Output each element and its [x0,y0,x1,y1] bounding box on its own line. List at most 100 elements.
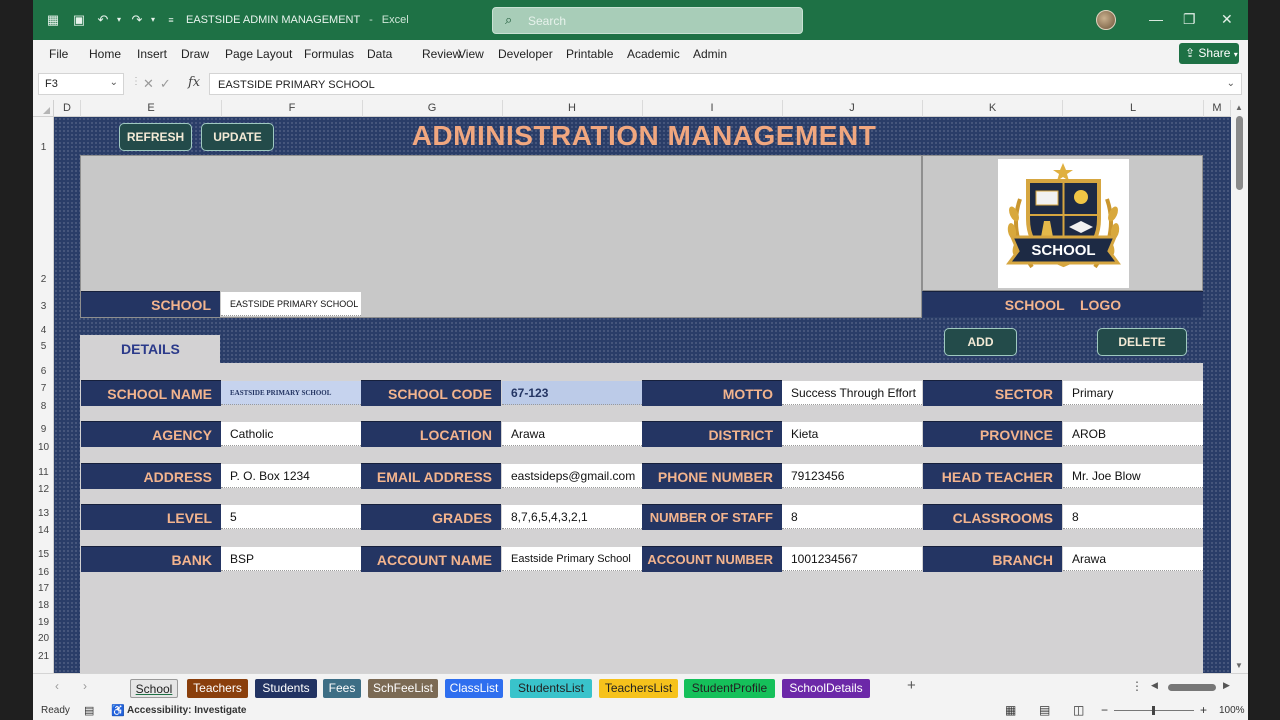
row-header-2[interactable]: 2 [33,274,54,285]
row-header-13[interactable]: 13 [33,508,54,519]
tab-students[interactable]: Students [255,679,317,698]
redo-icon[interactable]: ↷ [129,12,145,28]
zoom-in-button[interactable]: + [1200,703,1207,717]
share-button[interactable]: ⇪ Share ▾ [1179,43,1239,64]
undo-dropdown-icon[interactable]: ▾ [111,12,127,28]
column-header-m[interactable]: M [1204,100,1231,117]
update-button[interactable]: UPDATE [201,123,274,151]
column-header-h[interactable]: H [502,100,643,117]
scroll-up-icon[interactable]: ▲ [1235,103,1243,112]
level-value[interactable]: 5 [221,505,361,529]
name-box[interactable]: F3 ⌄ [38,73,124,95]
column-header-j[interactable]: J [782,100,923,117]
tab-school[interactable]: School [130,679,178,698]
tab-studentslist[interactable]: StudentsList [510,679,592,698]
page-break-view-icon[interactable]: ◫ [1073,703,1084,717]
column-header-l[interactable]: L [1063,100,1204,117]
tab-schfeelist[interactable]: SchFeeList [368,679,438,698]
row-header-3[interactable]: 3 [33,301,54,312]
hscroll-right-icon[interactable]: ▶ [1223,680,1230,691]
tab-fees[interactable]: Fees [323,679,361,698]
insert-function-icon[interactable]: fx [188,75,200,90]
row-header-17[interactable]: 17 [33,583,54,594]
row-header-20[interactable]: 20 [33,633,54,644]
tab-options-icon[interactable]: ⋮ [1131,679,1143,693]
district-value[interactable]: Kieta [782,422,922,446]
menu-page-layout[interactable]: Page Layout [225,47,292,61]
location-value[interactable]: Arawa [502,422,642,446]
account-number-value[interactable]: 1001234567 [782,547,922,571]
row-header-9[interactable]: 9 [33,424,54,435]
menu-formulas[interactable]: Formulas [304,47,354,61]
row-header-8[interactable]: 8 [33,401,54,412]
account-name-value[interactable]: Eastside Primary School [502,547,642,571]
hscroll-left-icon[interactable]: ◀ [1151,680,1158,691]
accessibility-status[interactable]: Accessibility: Investigate [127,705,247,716]
menu-data[interactable]: Data [367,47,392,61]
zoom-out-button[interactable]: − [1101,703,1108,717]
menu-developer[interactable]: Developer [498,47,553,61]
menu-insert[interactable]: Insert [137,47,167,61]
customize-toolbar-icon[interactable]: ≡ [163,12,179,28]
phone-number-value[interactable]: 79123456 [782,464,922,488]
row-header-19[interactable]: 19 [33,617,54,628]
details-tab[interactable]: DETAILS [80,335,220,364]
tab-teacherslist[interactable]: TeachersList [599,679,678,698]
tab-classlist[interactable]: ClassList [445,679,503,698]
row-header-1[interactable]: 1 [33,142,54,153]
row-header-11[interactable]: 11 [33,467,54,478]
page-layout-view-icon[interactable]: ▤ [1039,703,1050,717]
classrooms-value[interactable]: 8 [1063,505,1203,529]
column-header-i[interactable]: I [642,100,783,117]
undo-icon[interactable]: ↶ [95,12,111,28]
sector-value[interactable]: Primary [1063,381,1203,405]
column-header-k[interactable]: K [923,100,1063,117]
grades-value[interactable]: 8,7,6,5,4,3,2,1 [502,505,642,529]
select-all-corner[interactable] [33,100,54,117]
menu-view[interactable]: View [458,47,484,61]
number-of-staff-value[interactable]: 8 [782,505,922,529]
zoom-slider-handle[interactable] [1152,706,1155,715]
menu-home[interactable]: Home [89,47,121,61]
column-header-d[interactable]: D [54,100,81,117]
column-header-f[interactable]: F [222,100,363,117]
province-value[interactable]: AROB [1063,422,1203,446]
expand-formula-icon[interactable]: ⌄ [1227,78,1235,89]
formula-input[interactable]: EASTSIDE PRIMARY SCHOOL ⌄ [209,73,1242,95]
scroll-thumb[interactable] [1236,116,1243,190]
normal-view-icon[interactable]: ▦ [1005,703,1016,717]
vertical-scrollbar[interactable]: ▲ ▼ [1231,100,1248,673]
row-header-4[interactable]: 4 [33,325,54,336]
close-icon[interactable]: ✕ [1221,11,1233,28]
row-header-12[interactable]: 12 [33,484,54,495]
cancel-confirm-icons[interactable]: ✕✓ [143,76,177,92]
tab-studentprofile[interactable]: StudentProfile [684,679,775,698]
motto-value[interactable]: Success Through Effort [782,381,922,405]
agency-value[interactable]: Catholic [221,422,361,446]
user-avatar[interactable] [1096,10,1116,30]
refresh-button[interactable]: REFRESH [119,123,192,151]
head-teacher-value[interactable]: Mr. Joe Blow [1063,464,1203,488]
school-name-value[interactable]: EASTSIDE PRIMARY SCHOOL [221,381,361,405]
row-header-15[interactable]: 15 [33,549,54,560]
row-header-14[interactable]: 14 [33,525,54,536]
save-icon[interactable]: ▣ [71,12,87,28]
menu-academic[interactable]: Academic [627,47,680,61]
row-header-10[interactable]: 10 [33,442,54,453]
row-header-7[interactable]: 7 [33,383,54,394]
minimize-icon[interactable]: — [1149,11,1163,27]
worksheet[interactable]: REFRESH UPDATE ADMINISTRATION MANAGEMENT… [54,117,1231,673]
tab-schooldetails[interactable]: SchoolDetails [782,679,870,698]
add-button[interactable]: ADD [944,328,1017,356]
school-code-value[interactable]: 67-123 [502,381,642,405]
zoom-level[interactable]: 100% [1219,705,1245,716]
search-box[interactable]: ⌕ Search [492,7,803,34]
tab-teachers[interactable]: Teachers [187,679,248,698]
column-header-e[interactable]: E [81,100,222,117]
menu-file[interactable]: File [49,47,68,61]
row-header-6[interactable]: 6 [33,366,54,377]
row-header-18[interactable]: 18 [33,600,54,611]
menu-review[interactable]: Review [422,47,461,61]
tab-scroll-left-icon[interactable]: ‹ [55,679,59,693]
column-header-g[interactable]: G [362,100,503,117]
